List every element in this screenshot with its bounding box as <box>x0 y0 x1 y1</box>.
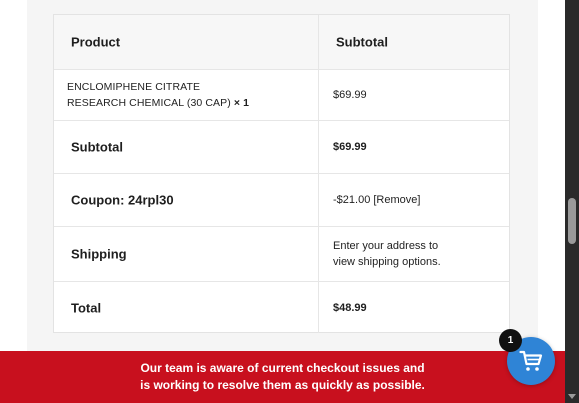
notice-line2: is working to resolve them as quickly as… <box>140 378 425 392</box>
shipping-row: Shipping Enter your address to view ship… <box>54 227 509 282</box>
order-review-table: Product Subtotal ENCLOMIPHENE CITRATE RE… <box>53 14 510 333</box>
table-header-row: Product Subtotal <box>54 15 509 70</box>
shipping-message: Enter your address to view shipping opti… <box>333 238 441 270</box>
product-column-header: Product <box>71 34 121 50</box>
total-label: Total <box>71 300 102 315</box>
product-name: ENCLOMIPHENE CITRATE RESEARCH CHEMICAL (… <box>67 79 249 111</box>
product-name-line1: ENCLOMIPHENE CITRATE <box>67 81 201 93</box>
cart-item-row: ENCLOMIPHENE CITRATE RESEARCH CHEMICAL (… <box>54 70 509 121</box>
total-value: $48.99 <box>333 301 367 314</box>
product-quantity: × 1 <box>233 97 250 109</box>
coupon-value-group: -$21.00 [Remove] <box>333 194 420 206</box>
shipping-message-line1: Enter your address to <box>333 240 439 252</box>
scrollbar-thumb[interactable] <box>568 198 576 244</box>
shipping-label: Shipping <box>71 246 127 262</box>
notice-line1: Our team is aware of current checkout is… <box>140 361 425 375</box>
total-row: Total $48.99 <box>54 282 509 333</box>
subtotal-row: Subtotal $69.99 <box>54 121 509 174</box>
checkout-notice-banner: Our team is aware of current checkout is… <box>0 351 565 403</box>
checkout-page: Product Subtotal ENCLOMIPHENE CITRATE RE… <box>0 0 579 403</box>
shipping-message-line2: view shipping options. <box>333 256 441 268</box>
item-price: $69.99 <box>333 89 367 101</box>
coupon-label: Coupon: 24rpl30 <box>71 192 174 208</box>
coupon-discount: -$21.00 <box>333 194 371 206</box>
notice-text: Our team is aware of current checkout is… <box>0 360 565 394</box>
cart-count-badge: 1 <box>499 329 522 352</box>
coupon-row: Coupon: 24rpl30 -$21.00 [Remove] <box>54 174 509 227</box>
subtotal-value: $69.99 <box>333 141 367 153</box>
scroll-down-arrow-icon[interactable] <box>568 394 576 399</box>
remove-coupon-link[interactable]: [Remove] <box>373 194 420 206</box>
cart-icon <box>519 350 543 371</box>
subtotal-label: Subtotal <box>71 139 123 155</box>
subtotal-column-header: Subtotal <box>336 34 388 50</box>
product-name-line2: RESEARCH CHEMICAL (30 CAP) <box>67 97 231 109</box>
page-scrollbar[interactable] <box>565 0 579 403</box>
